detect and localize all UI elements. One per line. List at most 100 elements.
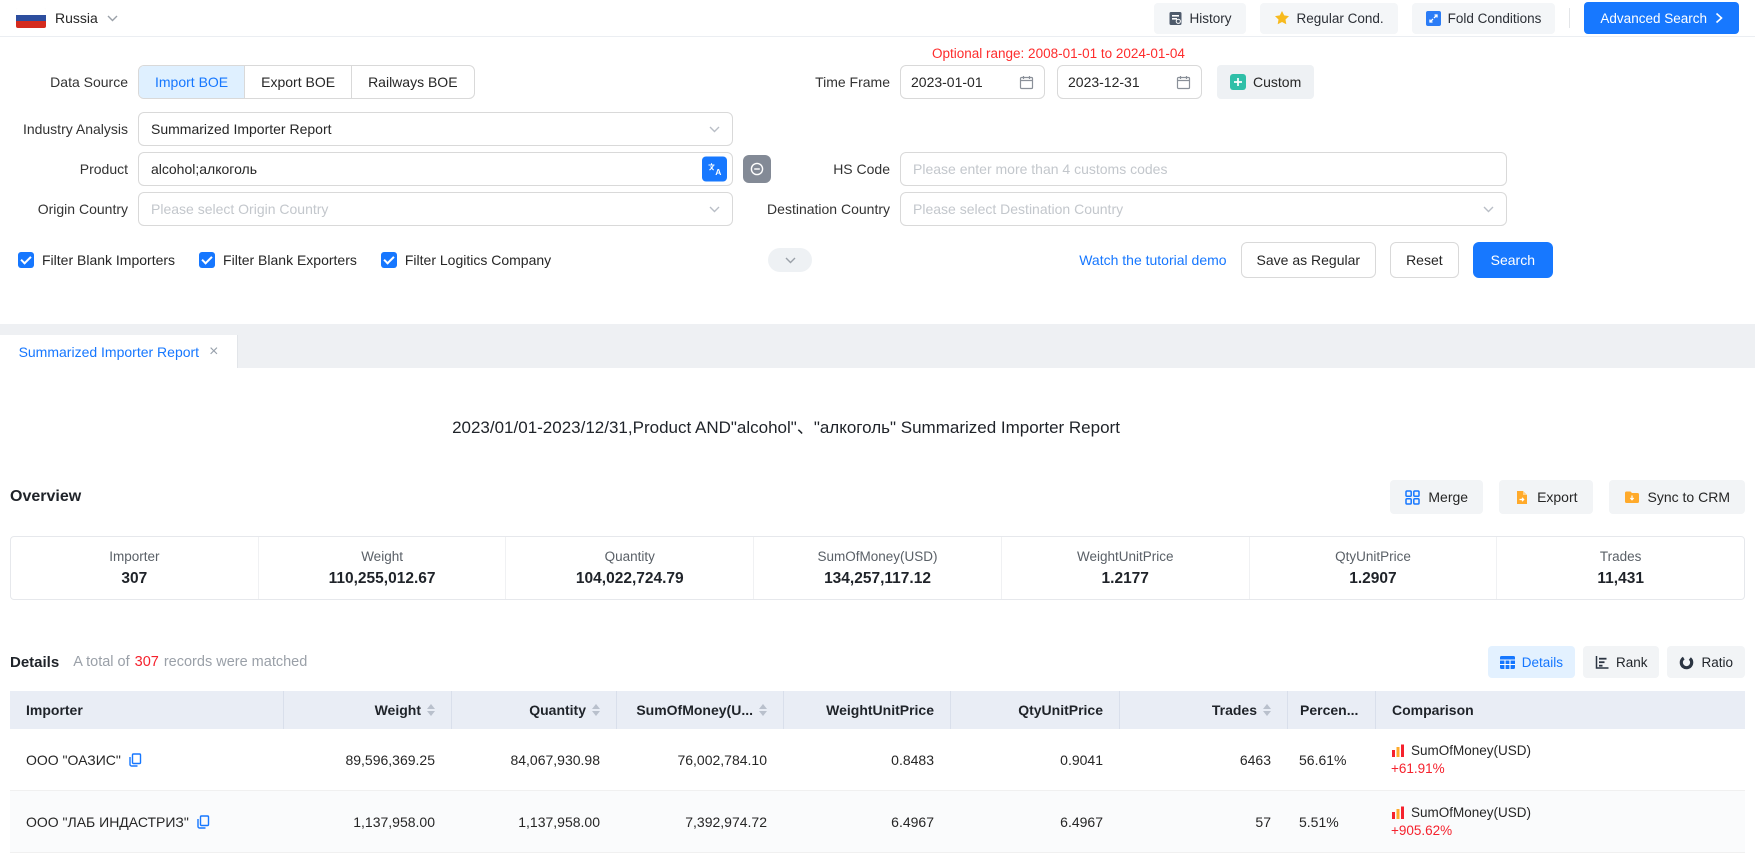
details-table: Importer Weight Quantity SumOfMoney(U...…	[10, 691, 1745, 853]
checkbox-checked-icon[interactable]	[381, 252, 397, 268]
custom-range-button[interactable]: Custom	[1217, 65, 1314, 99]
importer-name[interactable]: ООО "ОАЗИС"	[26, 752, 121, 768]
stat-importer: Importer307	[11, 537, 258, 599]
overview-heading: Overview	[10, 488, 81, 506]
match-mode-icon[interactable]	[743, 155, 771, 183]
filter-blank-importers-checkbox[interactable]: Filter Blank Importers	[18, 252, 175, 268]
checkbox-checked-icon[interactable]	[199, 252, 215, 268]
search-form: Optional range: 2008-01-01 to 2024-01-04…	[0, 37, 1755, 304]
custom-icon	[1230, 74, 1246, 90]
industry-analysis-select[interactable]: Summarized Importer Report	[138, 112, 733, 146]
hs-code-input[interactable]	[900, 152, 1507, 186]
copy-icon[interactable]	[197, 815, 210, 829]
industry-analysis-value: Summarized Importer Report	[151, 121, 709, 137]
checkbox-checked-icon[interactable]	[18, 252, 34, 268]
chevron-down-icon	[785, 257, 796, 264]
product-input[interactable]	[138, 152, 733, 186]
header-weight[interactable]: Weight	[283, 691, 451, 729]
history-icon	[1168, 11, 1183, 26]
russia-flag-icon	[16, 8, 46, 28]
table-row: ООО "ОАЗИС" 89,596,369.25 84,067,930.98 …	[10, 729, 1745, 791]
header-quantity[interactable]: Quantity	[451, 691, 616, 729]
destination-country-label: Destination Country	[733, 201, 900, 217]
importer-cell: ООО "ОАЗИС"	[10, 729, 283, 790]
header-trades[interactable]: Trades	[1119, 691, 1287, 729]
header-qty-unit-price: QtyUnitPrice	[950, 691, 1119, 729]
qty-unit-price-cell: 6.4967	[950, 791, 1119, 852]
stat-weight-unit-price: WeightUnitPrice1.2177	[1001, 537, 1249, 599]
comparison-cell: SumOfMoney(USD) +905.62%	[1375, 791, 1745, 852]
percent-cell: 5.51%	[1287, 791, 1375, 852]
destination-country-select[interactable]: Please select Destination Country	[900, 192, 1507, 226]
view-switch: Details Rank Ratio	[1488, 646, 1745, 678]
view-details-button[interactable]: Details	[1488, 646, 1575, 678]
tab-export-boe[interactable]: Export BOE	[244, 66, 351, 98]
chevron-down-icon	[1483, 206, 1494, 213]
tab-summarized-importer-report[interactable]: Summarized Importer Report ×	[0, 335, 238, 368]
translate-icon[interactable]: A	[702, 157, 727, 182]
filter-logitics-company-checkbox[interactable]: Filter Logitics Company	[381, 252, 551, 268]
regular-cond-button[interactable]: Regular Cond.	[1260, 3, 1398, 34]
product-label: Product	[0, 161, 138, 177]
advanced-search-button[interactable]: Advanced Search	[1584, 2, 1739, 34]
filter-blank-exporters-label: Filter Blank Exporters	[223, 252, 357, 268]
report-title: 2023/01/01-2023/12/31,Product AND"alcoho…	[0, 413, 1572, 438]
filter-logitics-company-label: Filter Logitics Company	[405, 252, 551, 268]
calendar-icon[interactable]	[1176, 75, 1191, 90]
sync-to-crm-button[interactable]: Sync to CRM	[1609, 480, 1745, 514]
header-importer[interactable]: Importer	[10, 691, 283, 729]
search-button[interactable]: Search	[1473, 242, 1553, 278]
quantity-cell: 84,067,930.98	[451, 729, 616, 790]
comparison-percent: +905.62%	[1391, 823, 1452, 838]
export-icon	[1514, 490, 1529, 505]
header-weight-unit-price: WeightUnitPrice	[783, 691, 950, 729]
reset-button[interactable]: Reset	[1390, 242, 1459, 278]
merge-label: Merge	[1428, 489, 1468, 505]
sync-to-crm-label: Sync to CRM	[1648, 489, 1730, 505]
save-as-regular-button[interactable]: Save as Regular	[1241, 242, 1377, 278]
export-button[interactable]: Export	[1499, 480, 1592, 514]
calendar-icon[interactable]	[1019, 75, 1034, 90]
stat-weight: Weight110,255,012.67	[258, 537, 506, 599]
origin-country-select[interactable]: Please select Origin Country	[138, 192, 733, 226]
overview-header: Overview Merge Export Sync to CRM	[0, 480, 1755, 514]
fold-conditions-label: Fold Conditions	[1448, 11, 1542, 26]
merge-icon	[1405, 490, 1420, 505]
tab-import-boe[interactable]: Import BOE	[139, 66, 244, 98]
filter-blank-exporters-checkbox[interactable]: Filter Blank Exporters	[199, 252, 357, 268]
header-sum-of-money[interactable]: SumOfMoney(U...	[616, 691, 783, 729]
custom-label: Custom	[1253, 74, 1301, 90]
collapse-form-button[interactable]	[768, 248, 812, 272]
view-ratio-button[interactable]: Ratio	[1667, 646, 1745, 678]
country-selector[interactable]: Russia	[16, 8, 118, 28]
sort-icon[interactable]	[592, 704, 600, 716]
copy-icon[interactable]	[129, 753, 142, 767]
table-row: ООО "ЛАБ ИНДАСТРИЗ" 1,137,958.00 1,137,9…	[10, 791, 1745, 853]
star-icon	[1274, 10, 1290, 26]
regular-cond-label: Regular Cond.	[1297, 11, 1384, 26]
merge-button[interactable]: Merge	[1390, 480, 1483, 514]
date-from-value: 2023-01-01	[911, 74, 1013, 90]
rank-chart-icon	[1595, 655, 1609, 669]
details-header: Details A total of 307 records were matc…	[0, 646, 1755, 678]
mini-bar-chart-icon	[1391, 806, 1405, 819]
tab-railways-boe[interactable]: Railways BOE	[351, 66, 473, 98]
divider	[1569, 8, 1570, 28]
sort-icon[interactable]	[427, 704, 435, 716]
sort-icon[interactable]	[1263, 704, 1271, 716]
optional-range-text: Optional range: 2008-01-01 to 2024-01-04	[932, 45, 1755, 63]
tutorial-demo-link[interactable]: Watch the tutorial demo	[1079, 252, 1226, 268]
date-from-input[interactable]: 2023-01-01	[900, 65, 1045, 99]
details-heading: Details	[10, 654, 59, 671]
history-button[interactable]: History	[1154, 3, 1246, 34]
date-to-input[interactable]: 2023-12-31	[1057, 65, 1202, 99]
ratio-donut-icon	[1679, 655, 1694, 670]
tab-close-icon[interactable]: ×	[209, 344, 218, 360]
history-label: History	[1190, 11, 1232, 26]
view-rank-button[interactable]: Rank	[1583, 646, 1660, 678]
stat-sum-of-money: SumOfMoney(USD)134,257,117.12	[753, 537, 1001, 599]
importer-name[interactable]: ООО "ЛАБ ИНДАСТРИЗ"	[26, 814, 189, 830]
sort-icon[interactable]	[759, 704, 767, 716]
fold-conditions-button[interactable]: Fold Conditions	[1412, 3, 1556, 34]
trades-cell: 57	[1119, 791, 1287, 852]
